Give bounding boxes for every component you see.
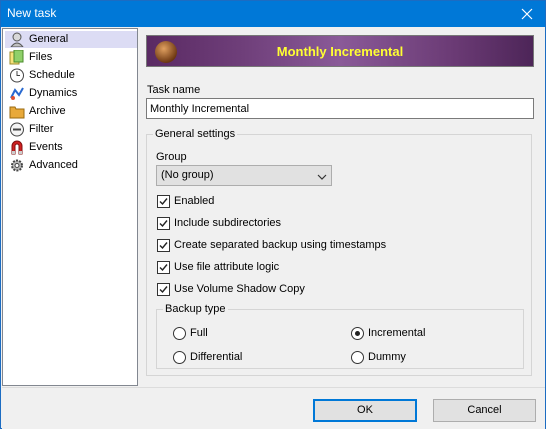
task-name-input[interactable] <box>146 98 534 119</box>
checkbox-label: Create separated backup using timestamps <box>174 239 387 251</box>
sidebar-item-label: General <box>29 33 69 45</box>
checkbox-label: Enabled <box>174 195 215 207</box>
task-banner: Monthly Incremental <box>146 35 534 67</box>
radio-circle[interactable] <box>173 327 186 340</box>
radio-circle[interactable] <box>351 351 364 364</box>
checkmark-icon[interactable] <box>157 217 170 230</box>
file-attribute-logic-checkbox[interactable]: Use file attribute logic <box>157 260 397 275</box>
dialog-footer: OK Cancel <box>2 387 545 429</box>
radio-circle[interactable] <box>351 327 364 340</box>
folder-icon <box>9 104 25 119</box>
checkbox-label: Use Volume Shadow Copy <box>174 283 305 295</box>
checkbox-label: Include subdirectories <box>174 217 282 229</box>
group-select[interactable]: (No group) <box>156 165 332 186</box>
radio-label: Incremental <box>368 327 426 339</box>
sidebar-item-label: Files <box>29 51 53 63</box>
dynamics-icon <box>9 86 25 101</box>
checkmark-icon[interactable] <box>157 239 170 252</box>
window-title: New task <box>7 6 57 20</box>
sidebar-item-events[interactable]: Events <box>5 139 137 156</box>
sidebar-item-label: Filter <box>29 123 54 135</box>
ok-button[interactable]: OK <box>313 399 417 422</box>
include-subdirectories-checkbox[interactable]: Include subdirectories <box>157 216 397 231</box>
sidebar-item-label: Schedule <box>29 69 75 81</box>
chevron-down-icon <box>317 172 327 180</box>
radio-circle[interactable] <box>173 351 186 364</box>
sidebar-item-archive[interactable]: Archive <box>5 103 137 120</box>
cancel-button[interactable]: Cancel <box>433 399 536 422</box>
banner-title: Monthly Incremental <box>276 44 404 59</box>
clock-icon <box>9 68 25 83</box>
backup-type-title: Backup type <box>163 303 228 315</box>
sidebar: General Files Schedule Dynamics Archive <box>2 28 138 386</box>
sidebar-item-label: Archive <box>29 105 66 117</box>
sidebar-item-schedule[interactable]: Schedule <box>5 67 137 84</box>
new-task-dialog: New task General Files Schedule Dynamics… <box>0 0 546 429</box>
volume-shadow-copy-checkbox[interactable]: Use Volume Shadow Copy <box>157 282 397 297</box>
sidebar-item-general[interactable]: General <box>5 31 137 48</box>
group-select-value: (No group) <box>161 169 214 181</box>
enabled-checkbox[interactable]: Enabled <box>157 194 397 209</box>
sidebar-item-label: Advanced <box>29 159 78 171</box>
title-bar[interactable]: New task <box>1 1 545 27</box>
sidebar-item-advanced[interactable]: Advanced <box>5 157 137 174</box>
checkbox-label: Use file attribute logic <box>174 261 280 273</box>
checkmark-icon[interactable] <box>157 261 170 274</box>
task-name-field[interactable] <box>147 99 533 118</box>
backup-type-differential-radio[interactable]: Differential <box>173 350 293 365</box>
separated-backup-checkbox[interactable]: Create separated backup using timestamps <box>157 238 397 253</box>
files-icon <box>9 49 25 65</box>
radio-label: Full <box>190 327 208 339</box>
sidebar-item-filter[interactable]: Filter <box>5 121 137 138</box>
sidebar-item-dynamics[interactable]: Dynamics <box>5 85 137 102</box>
checkmark-icon[interactable] <box>157 283 170 296</box>
general-settings-title: General settings <box>153 128 238 140</box>
radio-selected-dot <box>355 331 360 336</box>
sidebar-item-label: Events <box>29 141 63 153</box>
sidebar-item-label: Dynamics <box>29 87 78 99</box>
backup-type-incremental-radio[interactable]: Incremental <box>351 326 471 341</box>
sidebar-item-files[interactable]: Files <box>5 49 137 66</box>
backup-type-full-radio[interactable]: Full <box>173 326 293 341</box>
magnet-icon <box>9 140 25 155</box>
general-icon <box>9 32 25 48</box>
close-icon[interactable] <box>517 4 537 24</box>
radio-label: Differential <box>190 351 243 363</box>
radio-label: Dummy <box>368 351 406 363</box>
task-name-label: Task name <box>147 84 201 96</box>
backup-type-dummy-radio[interactable]: Dummy <box>351 350 471 365</box>
gear-icon <box>9 158 25 173</box>
group-label: Group <box>156 151 187 163</box>
checkmark-icon[interactable] <box>157 195 170 208</box>
filter-icon <box>9 122 25 137</box>
